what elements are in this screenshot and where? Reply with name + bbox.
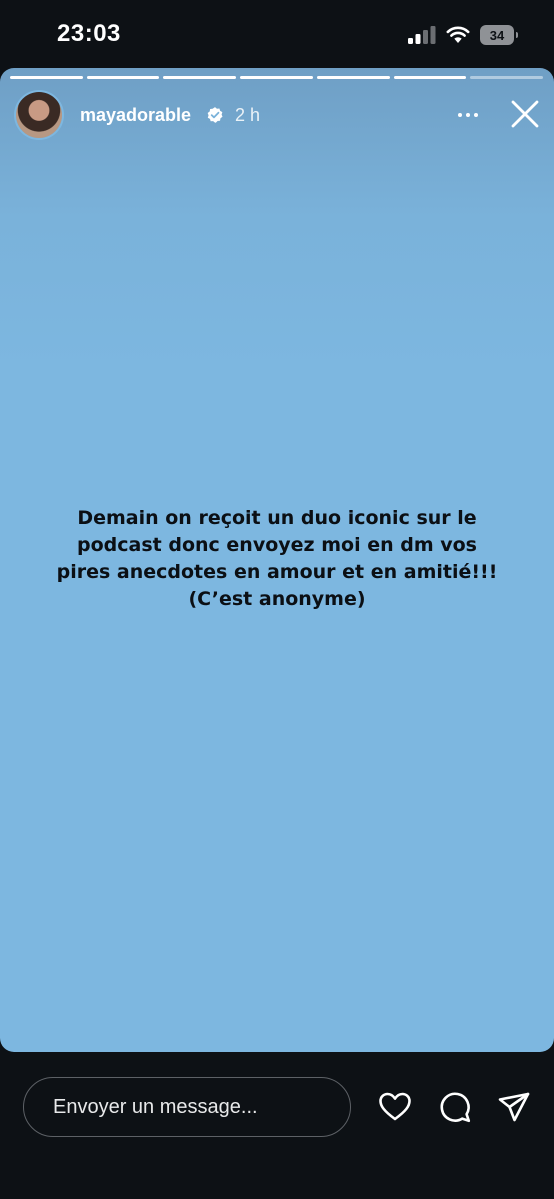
send-icon[interactable] (497, 1090, 531, 1124)
story-progress-segment (163, 76, 237, 79)
story-progress-fill (10, 76, 83, 79)
close-icon[interactable] (505, 94, 545, 134)
more-options-icon (458, 113, 462, 117)
status-bar: 23:03 34 (0, 0, 554, 68)
wifi-icon (446, 26, 470, 43)
battery-level: 34 (489, 27, 505, 43)
verified-badge-icon (207, 107, 223, 123)
story-progress-segment (240, 76, 313, 79)
story-timestamp: 2 h (235, 105, 261, 125)
story-progress-segment (470, 76, 544, 79)
story-progress-fill (86, 76, 160, 79)
story-text: Demain on reçoit un duo iconic sur le po… (56, 507, 498, 610)
reply-bar: Envoyer un message... (0, 1052, 554, 1199)
status-icons: 34 (408, 25, 518, 45)
story-progress-bars (10, 76, 544, 79)
heart-icon[interactable] (378, 1090, 412, 1124)
battery-tip (516, 32, 518, 38)
cellular-signal-icon (408, 26, 436, 44)
story-progress-segment (393, 76, 467, 79)
story-progress-segment (316, 76, 390, 79)
more-options-icon-dot (466, 113, 470, 117)
comment-icon[interactable] (438, 1090, 472, 1124)
story-progress-segment (86, 76, 160, 79)
more-options-icon-dot (474, 113, 478, 117)
more-options-button[interactable] (450, 102, 486, 128)
avatar[interactable] (16, 92, 62, 138)
story-progress-segment (10, 76, 83, 79)
story-progress-fill (316, 76, 390, 79)
status-time: 23:03 (57, 20, 121, 47)
battery-indicator: 34 (480, 25, 518, 45)
story-card[interactable]: mayadorable 2 h Demain on reçoit un duo … (0, 68, 554, 1052)
story-progress-fill (240, 76, 313, 79)
story-progress-fill (393, 76, 467, 79)
story-username[interactable]: mayadorable (80, 105, 191, 126)
story-progress-fill (163, 76, 237, 79)
message-input[interactable]: Envoyer un message... (23, 1077, 351, 1137)
